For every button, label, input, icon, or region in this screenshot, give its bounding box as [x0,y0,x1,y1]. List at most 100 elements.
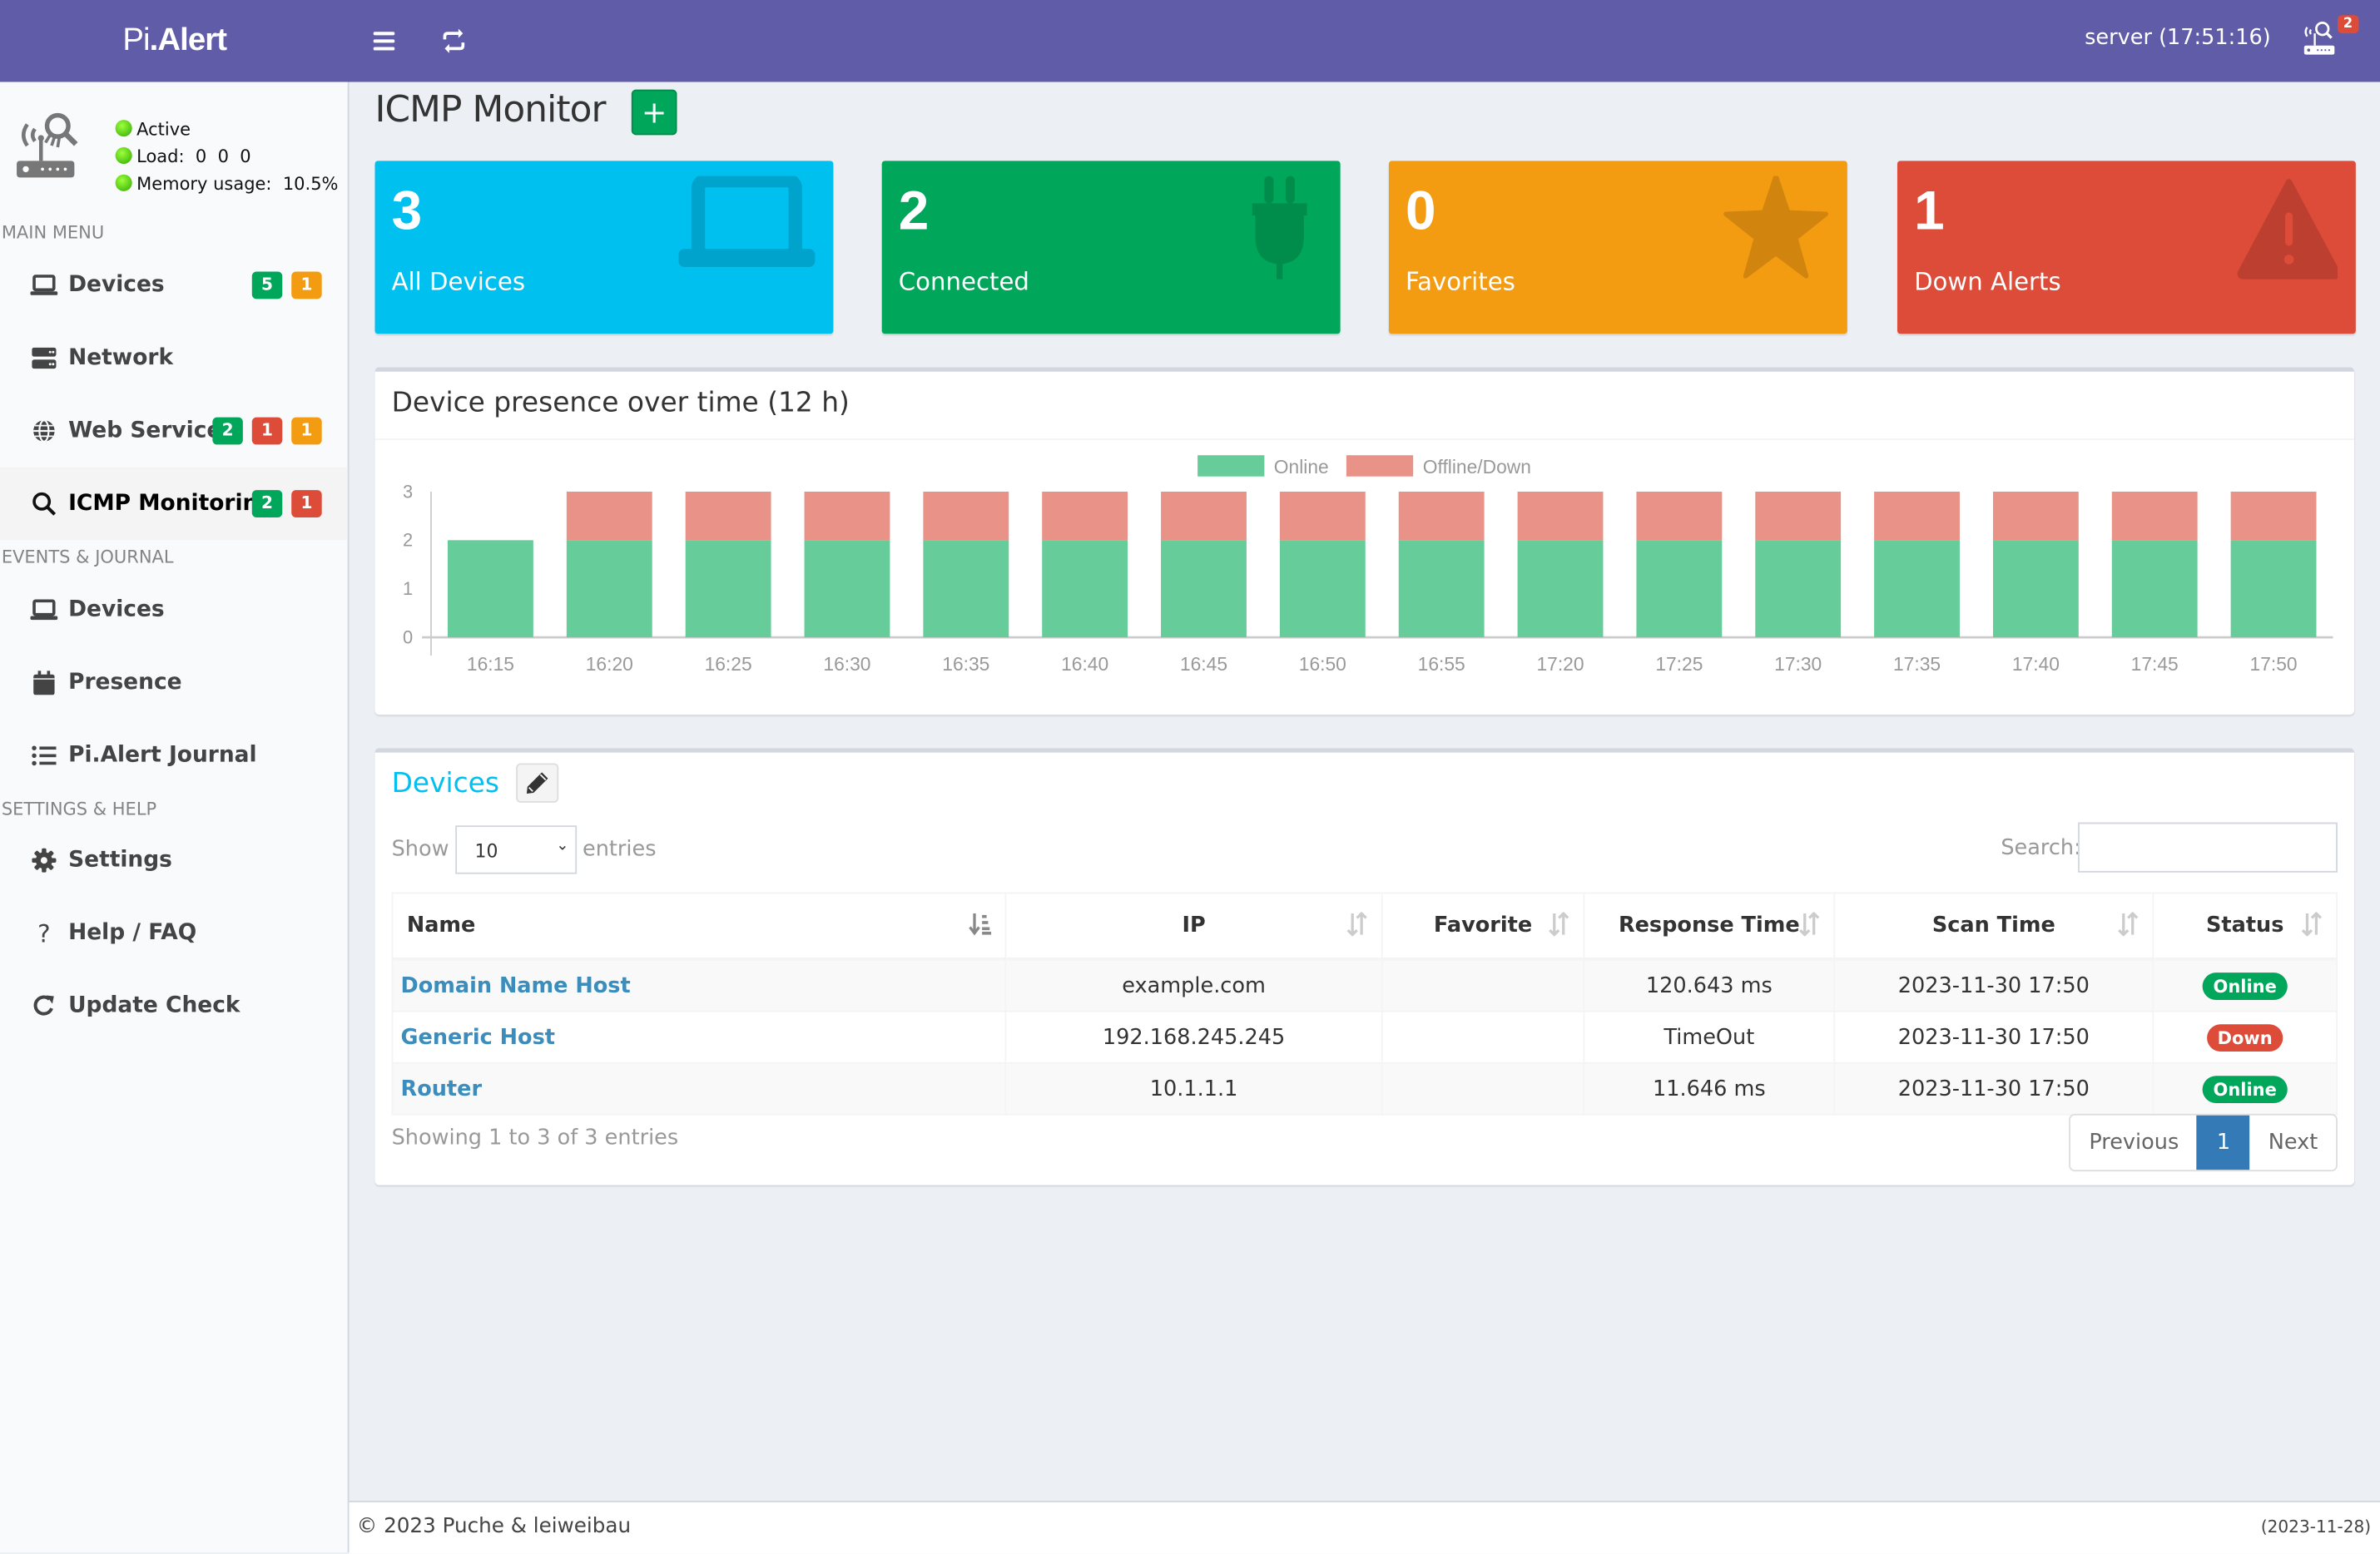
sidebar-item-label: Devices [68,273,165,298]
sort-icon [1799,912,1820,937]
x-tick-label: 16:15 [467,653,514,675]
x-tick-label: 16:45 [1180,653,1227,675]
bar-online [1874,540,1960,638]
stat-value: 0 [1406,179,1436,242]
page-length-select[interactable]: 10 ⌄ [454,825,577,874]
sidebar-item-label: Devices [68,597,165,622]
main-content: ICMP Monitor + 3 All Devices 2 Connected… [350,82,2380,1500]
x-tick-label: 16:35 [942,653,989,675]
cell-favorite [1381,1062,1585,1116]
sidebar-item-web-services[interactable]: Web Services 211 [0,394,348,468]
pagination: Previous 1 Next [2069,1113,2338,1172]
status-dot-icon [115,120,132,137]
column-header-ip[interactable]: IP [1004,892,1383,961]
down-count-badge: 1 [291,490,322,517]
cell-favorite [1381,958,1585,1012]
device-name-link[interactable]: Generic Host [391,1010,1007,1064]
x-tick-label: 17:45 [2131,653,2179,675]
status-active: Active [115,116,339,143]
column-header-name[interactable]: Name [391,892,1007,961]
bar-offline [1279,491,1366,541]
devices-title: Devices [391,767,499,800]
stat-favorites[interactable]: 0 Favorites [1388,161,1847,334]
x-tick-label: 17:40 [2012,653,2060,675]
x-tick-label: 16:20 [586,653,633,675]
bar-online [1755,540,1842,638]
bar-offline [566,491,652,541]
column-header-response-time[interactable]: Response Time [1583,892,1836,961]
sidebar-item-devices[interactable]: Devices 51 [0,249,348,322]
column-header-scan-time[interactable]: Scan Time [1833,892,2154,961]
x-tick-label: 17:25 [1655,653,1703,675]
column-header-favorite[interactable]: Favorite [1381,892,1585,961]
bar-online [1517,540,1604,638]
sort-ascending-icon [969,913,992,936]
stat-label: Favorites [1406,267,1515,296]
copyright: © 2023 Puche & leiweibau [356,1514,632,1539]
page-1-button[interactable]: 1 [2197,1115,2250,1170]
status-memory: Memory usage: 10.5% [115,170,338,197]
section-events-journal: EVENTS & JOURNAL [1,546,174,568]
cell-ip: example.com [1004,958,1383,1012]
stat-connected[interactable]: 2 Connected [881,161,1341,334]
bar-offline [1755,491,1842,541]
bar-online [1636,540,1723,638]
sidebar-item-network[interactable]: Network [0,322,348,395]
stat-down-alerts[interactable]: 1 Down Alerts [1897,161,2356,334]
stat-value: 2 [898,179,930,242]
bar-offline [1992,491,2079,541]
device-name-link[interactable]: Domain Name Host [391,958,1007,1012]
sidebar-item-events-devices[interactable]: Devices [0,573,348,646]
x-tick-label: 16:50 [1299,653,1346,675]
stat-all-devices[interactable]: 3 All Devices [374,161,834,334]
sort-icon [2118,912,2139,937]
x-tick-label: 16:25 [705,653,752,675]
sidebar-item-journal[interactable]: Pi.Alert Journal [0,720,348,793]
sidebar-item-settings[interactable]: Settings [0,824,348,897]
system-status: Active Load: 0 0 0 Memory usage: 10.5% [12,106,346,197]
bar-offline [2111,491,2198,541]
online-count-badge: 2 [251,490,283,517]
sort-icon [2301,912,2323,937]
previous-button[interactable]: Previous [2070,1116,2197,1170]
sidebar-item-update-check[interactable]: Update Check [0,970,348,1043]
cell-status: Online [2152,1062,2338,1116]
sidebar-item-presence[interactable]: Presence [0,646,348,720]
status-dot-icon [115,174,132,191]
bar-online [804,540,890,638]
next-button[interactable]: Next [2250,1116,2336,1170]
cell-response-time: 11.646 ms [1583,1062,1836,1116]
down-count-badge: 1 [251,417,283,445]
notifications-button[interactable]: 2 [2301,15,2359,64]
sidebar: Active Load: 0 0 0 Memory usage: 10.5% M… [0,82,350,1552]
edit-button[interactable] [516,763,559,803]
bar-offline [685,491,771,541]
bar-offline [1042,491,1128,541]
repeat-icon [443,28,465,53]
globe-icon [29,416,59,446]
y-tick-label: 2 [403,530,413,551]
bar-online [1992,540,2079,638]
bar-offline [1636,491,1723,541]
add-host-button[interactable]: + [631,89,677,136]
sidebar-item-label: Pi.Alert Journal [68,743,257,768]
status-dot-icon [115,146,132,164]
sidebar-toggle-button[interactable] [364,22,404,61]
reload-button[interactable] [434,22,474,61]
version: (2023-11-28) [2260,1517,2372,1537]
logo[interactable]: Pi .Alert [0,0,350,82]
show-label: Show [391,837,449,863]
column-header-status[interactable]: Status [2152,892,2338,961]
x-tick-label: 17:30 [1774,653,1822,675]
sidebar-item-help[interactable]: ? Help / FAQ [0,897,348,970]
device-name-link[interactable]: Router [391,1062,1007,1116]
sort-icon [1346,912,1367,937]
search-input[interactable] [2078,822,2338,873]
bar-online [1398,540,1485,638]
status-load: Load: 0 0 0 [115,142,339,170]
sidebar-item-label: Settings [68,848,172,873]
x-tick-label: 17:35 [1893,653,1941,675]
sidebar-item-icmp-monitoring[interactable]: ICMP Monitoring 21 [0,467,348,541]
calendar-icon [29,668,59,698]
x-tick-label: 17:50 [2250,653,2298,675]
